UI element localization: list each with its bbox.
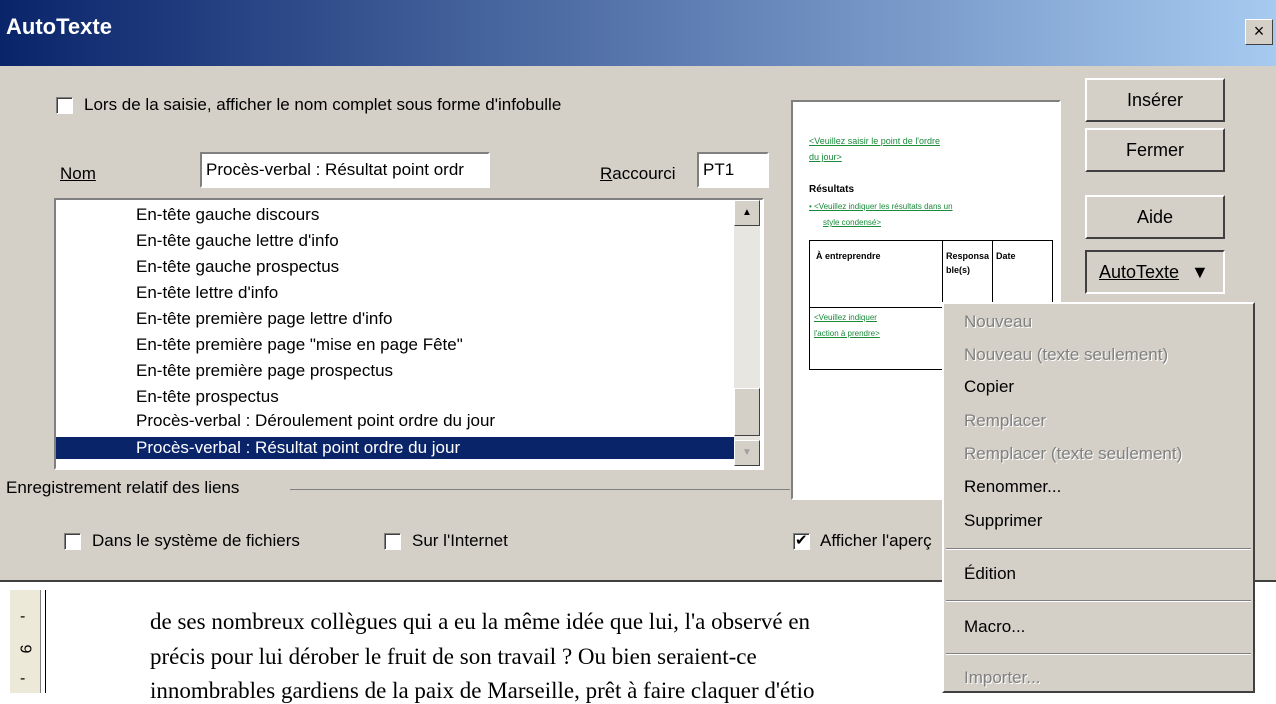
list-scrollbar[interactable]: ▲ ▼	[734, 200, 760, 466]
help-button[interactable]: Aide	[1085, 195, 1225, 239]
list-item[interactable]: Procès-verbal : Déroulement point ordre …	[136, 410, 495, 432]
document-line: précis pour lui dérober le fruit de son …	[150, 644, 757, 669]
margin-line	[45, 590, 46, 693]
menu-item-replace[interactable]: Remplacer	[964, 411, 1046, 431]
list-item[interactable]: En-tête gauche prospectus	[136, 256, 339, 278]
autotext-button-label: AutoTexte	[1099, 262, 1180, 282]
preview-cell: À entreprendre	[816, 251, 881, 261]
preview-checkbox[interactable]	[793, 531, 810, 550]
preview-table-line	[992, 241, 993, 307]
preview-text: • <Veuillez indiquer les résultats dans …	[809, 202, 953, 211]
shortcut-label: Raccourci	[600, 164, 676, 183]
ruler-mark: -	[20, 670, 26, 687]
menu-separator	[946, 548, 1251, 550]
menu-item-copy[interactable]: Copier	[964, 377, 1014, 397]
preview-checkbox-label: Afficher l'aperç	[820, 531, 932, 550]
tooltip-checkbox-label: Lors de la saisie, afficher le nom compl…	[84, 95, 562, 114]
list-item[interactable]: En-tête première page "mise en page Fête…	[136, 334, 463, 356]
tooltip-checkbox[interactable]	[56, 97, 73, 114]
title-bar[interactable]	[0, 0, 1276, 66]
menu-separator	[946, 653, 1251, 655]
filesystem-checkbox[interactable]	[64, 533, 81, 550]
list-item[interactable]: En-tête gauche lettre d'info	[136, 230, 339, 252]
name-field[interactable]: Procès-verbal : Résultat point ordr	[200, 152, 490, 188]
preview-cell: Responsa	[946, 251, 990, 261]
preview-text: style condensé>	[823, 218, 882, 227]
list-item[interactable]: En-tête première page prospectus	[136, 360, 393, 382]
menu-item-replace-text-only[interactable]: Remplacer (texte seulement)	[964, 444, 1182, 464]
menu-separator	[946, 600, 1251, 602]
menu-item-new-text-only[interactable]: Nouveau (texte seulement)	[964, 345, 1168, 365]
preview-text: <Veuillez saisir le point de l'ordre	[809, 136, 941, 146]
vertical-ruler: - 9 -	[10, 590, 41, 693]
scroll-thumb[interactable]	[734, 388, 760, 436]
document-line: innombrables gardiens de la paix de Mars…	[150, 678, 815, 703]
list-item[interactable]: En-tête lettre d'info	[136, 282, 278, 304]
scroll-up-icon[interactable]: ▲	[734, 200, 760, 226]
internet-checkbox[interactable]	[384, 533, 401, 550]
close-icon[interactable]: ×	[1245, 19, 1273, 45]
autotext-menu-button[interactable]: AutoTexte ▼	[1085, 250, 1225, 294]
close-button[interactable]: Fermer	[1085, 128, 1225, 172]
list-item[interactable]: En-tête prospectus	[136, 386, 279, 408]
ruler-mark: 9	[16, 644, 34, 654]
document-line: de ses nombreux collègues qui a eu la mê…	[150, 609, 811, 634]
dialog-title: AutoTexte	[6, 14, 112, 39]
list-item[interactable]: En-tête première page lettre d'info	[136, 308, 393, 330]
preview-text: du jour>	[809, 152, 842, 162]
list-item-selected[interactable]: Procès-verbal : Résultat point ordre du …	[56, 437, 736, 459]
preview-table-line	[942, 241, 943, 307]
menu-item-delete[interactable]: Supprimer	[964, 511, 1042, 531]
menu-item-new[interactable]: Nouveau	[964, 312, 1032, 332]
menu-item-import[interactable]: Importer...	[964, 668, 1041, 688]
autotext-list[interactable]: En-tête gauche discours En-tête gauche l…	[54, 198, 764, 470]
shortcut-field[interactable]: PT1	[697, 152, 769, 188]
ruler-mark: -	[20, 608, 26, 625]
filesystem-checkbox-label: Dans le système de fichiers	[92, 531, 300, 550]
menu-item-edit[interactable]: Édition	[964, 564, 1016, 584]
menu-item-macro[interactable]: Macro...	[964, 617, 1025, 637]
menu-item-rename[interactable]: Renommer...	[964, 477, 1061, 497]
autotext-menu: Nouveau Nouveau (texte seulement) Copier…	[942, 302, 1255, 693]
links-group-label: Enregistrement relatif des liens	[6, 478, 240, 497]
preview-cell: ble(s)	[946, 265, 971, 275]
insert-button[interactable]: Insérer	[1085, 78, 1225, 122]
scroll-down-icon[interactable]: ▼	[734, 440, 760, 466]
internet-checkbox-label: Sur l'Internet	[412, 531, 508, 550]
name-label: Nom	[60, 164, 96, 183]
preview-heading: Résultats	[809, 184, 855, 195]
preview-cell: Date	[996, 251, 1016, 261]
preview-cell: <Veuillez indiquer	[814, 313, 877, 322]
preview-cell: l'action à prendre>	[814, 329, 880, 338]
group-divider	[290, 489, 790, 490]
dropdown-arrow-icon: ▼	[1191, 262, 1209, 282]
list-item[interactable]: En-tête gauche discours	[136, 204, 319, 226]
